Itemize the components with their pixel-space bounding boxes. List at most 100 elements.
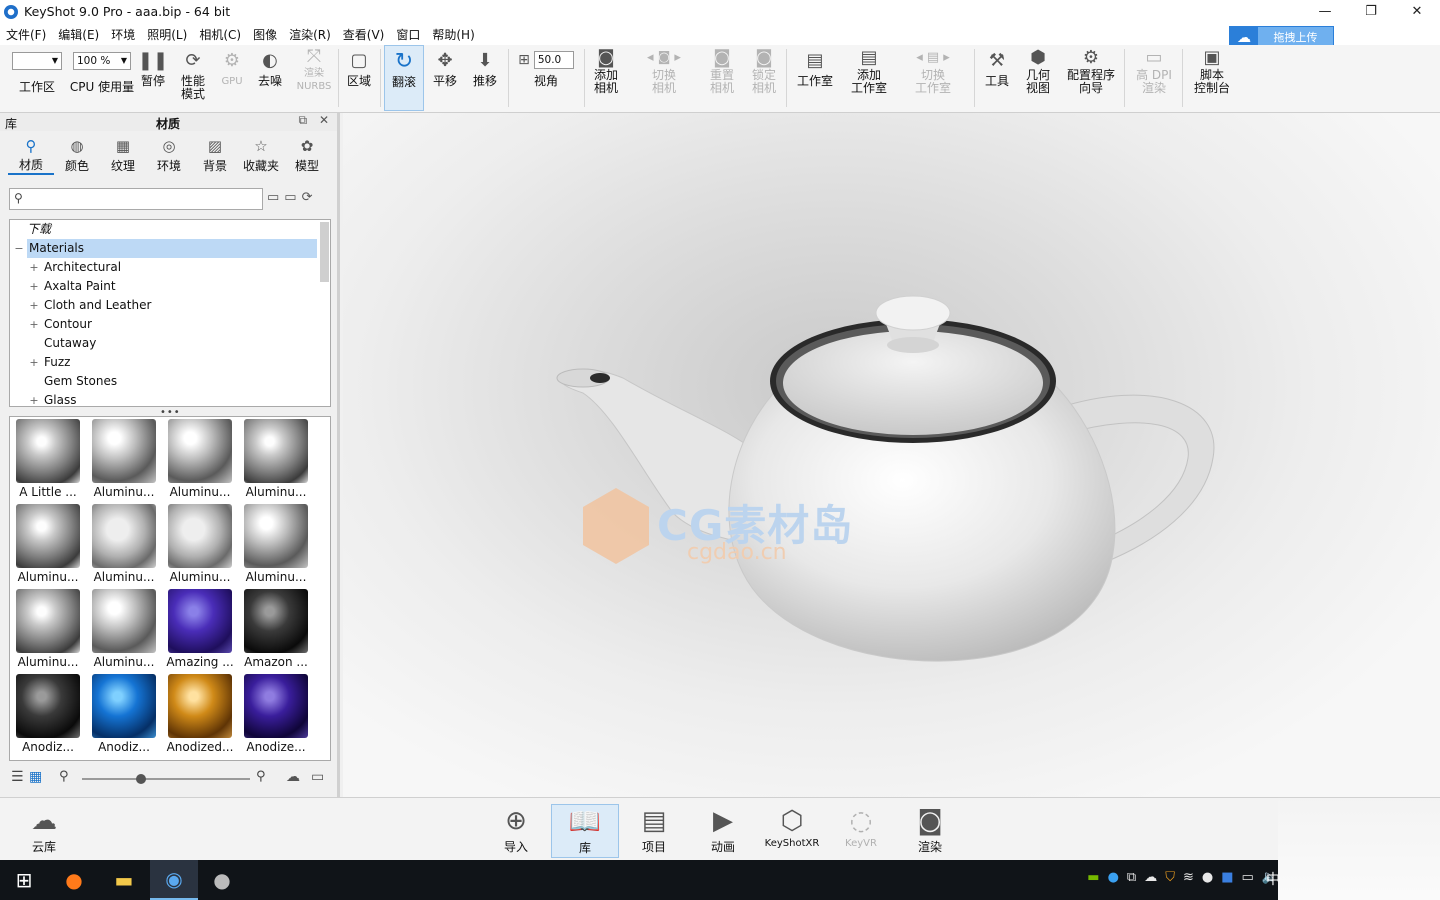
render-nurbs-button[interactable]: ⤧ 渲染 NURBS — [292, 45, 336, 111]
menu-camera[interactable]: 相机(C) — [193, 26, 247, 43]
tree-item[interactable]: + Fuzz — [10, 353, 330, 372]
tree-item[interactable]: + Cloth and Leather — [10, 296, 330, 315]
close-button[interactable]: ✕ — [1394, 0, 1440, 23]
material-thumbnail[interactable]: Aluminu... — [238, 417, 312, 500]
tree-item[interactable]: + Architectural — [10, 258, 330, 277]
cpu-usage-control[interactable]: 100 % ▼ CPU 使用量 — [70, 45, 134, 111]
display-icon[interactable]: ▭ — [1242, 870, 1254, 885]
keyshot-taskbar-button[interactable]: ◉ — [150, 860, 198, 900]
library-search-input[interactable] — [30, 191, 260, 207]
user-app-taskbar-button[interactable]: ● — [198, 860, 246, 900]
menu-window[interactable]: 窗口 — [390, 26, 426, 43]
pan-button[interactable]: ✥ 平移 — [428, 45, 462, 111]
cloud-library-button[interactable]: ☁ 云库 — [10, 804, 78, 858]
material-thumbnail[interactable]: Aluminu... — [10, 587, 84, 670]
field-of-view-control[interactable]: ⊞ 50.0 视角 — [512, 45, 580, 111]
tools-button[interactable]: ⚒ 工具 — [980, 45, 1014, 111]
teapot-model[interactable] — [343, 113, 1440, 797]
pause-button[interactable]: ❚❚ 暂停 — [136, 45, 170, 111]
import-folder-icon[interactable]: ▭ — [267, 190, 279, 205]
slider-handle[interactable] — [135, 774, 146, 784]
studio-button[interactable]: ▤ 工作室 — [792, 45, 838, 111]
material-thumbnail[interactable]: Aluminu... — [86, 587, 160, 670]
material-thumbnail[interactable]: Aluminu... — [162, 502, 236, 585]
add-camera-button[interactable]: ◙ 添加 相机 — [588, 45, 624, 111]
menu-view[interactable]: 查看(V) — [337, 26, 391, 43]
qq-icon[interactable]: ● — [1202, 870, 1213, 885]
tab-textures[interactable]: ▦ 纹理 — [100, 137, 146, 175]
tab-models[interactable]: ✿ 模型 — [284, 137, 330, 175]
grid-view-icon[interactable]: ▦ — [29, 769, 42, 785]
nvidia-icon[interactable]: ▬ — [1087, 870, 1099, 885]
material-thumbnail[interactable]: Anodize... — [238, 672, 312, 755]
menu-image[interactable]: 图像 — [247, 26, 283, 43]
close-panel-icon[interactable]: ✕ — [319, 113, 329, 127]
configurator-wizard-button[interactable]: ⚙ 配置程序 向导 — [1064, 45, 1118, 111]
expand-icon[interactable]: + — [29, 258, 39, 277]
tree-item[interactable]: Gem Stones — [10, 372, 330, 391]
menu-edit[interactable]: 编辑(E) — [52, 26, 105, 43]
region-button[interactable]: ▢ 区域 — [342, 45, 376, 111]
tab-colors[interactable]: ◍ 颜色 — [54, 137, 100, 175]
geometry-view-button[interactable]: ⬢ 几何 视图 — [1020, 45, 1056, 111]
expand-icon[interactable]: + — [29, 296, 39, 315]
app-tray-icon[interactable]: ■ — [1221, 870, 1233, 885]
material-thumbnail[interactable]: Anodiz... — [10, 672, 84, 755]
tab-environments[interactable]: ◎ 环境 — [146, 137, 192, 175]
script-console-button[interactable]: ▣ 脚本 控制台 — [1188, 45, 1236, 111]
denoise-button[interactable]: ◐ 去噪 — [252, 45, 288, 111]
keyvr-button[interactable]: ◌ KeyVR — [827, 804, 895, 858]
teamviewer-icon[interactable]: ● — [1108, 870, 1119, 885]
menu-file[interactable]: 文件(F) — [0, 26, 52, 43]
tab-favorites[interactable]: ☆ 收藏夹 — [238, 137, 284, 175]
undock-icon[interactable]: ⧉ — [299, 113, 308, 127]
baidu-cloud-icon[interactable]: ☁ — [1144, 870, 1157, 885]
minimize-button[interactable]: — — [1302, 0, 1348, 23]
file-explorer-taskbar-button[interactable]: ▬ — [100, 860, 148, 900]
expand-icon[interactable]: + — [29, 315, 39, 334]
expand-icon[interactable]: + — [29, 391, 39, 406]
performance-mode-button[interactable]: ⟳ 性能 模式 — [174, 45, 212, 111]
material-thumbnail[interactable]: Anodiz... — [86, 672, 160, 755]
security-shield-icon[interactable]: ⛉ — [1165, 870, 1175, 885]
material-thumbnail[interactable]: Aluminu... — [10, 502, 84, 585]
menu-environment[interactable]: 环境 — [105, 26, 141, 43]
collapse-icon[interactable]: − — [14, 239, 24, 258]
material-thumbnail[interactable]: Aluminu... — [86, 502, 160, 585]
wifi-icon[interactable]: ≋ — [1183, 870, 1194, 885]
animation-button[interactable]: ▶ 动画 — [689, 804, 757, 858]
folder-icon[interactable]: ▭ — [311, 769, 324, 785]
network-share-icon[interactable]: ⧉ — [1127, 870, 1136, 885]
tree-item[interactable]: − Materials — [10, 239, 330, 258]
material-thumbnail[interactable]: Anodized... — [162, 672, 236, 755]
render-viewport[interactable]: CG素材岛 cgdao.cn — [343, 113, 1440, 797]
hidpi-render-button[interactable]: ▭ 高 DPI 渲染 — [1130, 45, 1178, 111]
firefox-taskbar-button[interactable]: ● — [50, 860, 98, 900]
menu-lighting[interactable]: 照明(L) — [141, 26, 193, 43]
tree-item[interactable]: + Contour — [10, 315, 330, 334]
restore-button[interactable]: ❐ — [1348, 0, 1394, 23]
switch-studio-button[interactable]: ◂ ▤ ▸ 切换 工作室 — [902, 45, 964, 111]
cpu-usage-dropdown[interactable]: 100 % ▼ — [73, 52, 131, 70]
material-thumbnail[interactable]: Amazon ... — [238, 587, 312, 670]
thumbnail-size-slider[interactable] — [82, 774, 250, 784]
list-view-icon[interactable]: ☰ — [11, 769, 24, 785]
zoom-in-icon[interactable]: ⚲ — [256, 769, 266, 784]
tree-item[interactable]: + Glass — [10, 391, 330, 406]
expand-icon[interactable]: + — [29, 277, 39, 296]
material-thumbnail[interactable]: Aluminu... — [238, 502, 312, 585]
material-thumbnail[interactable]: Aluminu... — [162, 417, 236, 500]
material-thumbnail[interactable]: Aluminu... — [86, 417, 160, 500]
expand-icon[interactable]: + — [29, 353, 39, 372]
workspace-dropdown[interactable]: ▼ — [12, 52, 62, 70]
tree-item[interactable]: + Axalta Paint — [10, 277, 330, 296]
material-thumbnail[interactable]: Amazing ... — [162, 587, 236, 670]
material-thumbnail[interactable]: A Little ... — [10, 417, 84, 500]
switch-camera-button[interactable]: ◂ ◙ ▸ 切换 相机 — [634, 45, 694, 111]
tab-materials[interactable]: ⚲ 材质 — [8, 137, 54, 175]
gpu-button[interactable]: ⚙ GPU — [216, 45, 248, 111]
tab-backplates[interactable]: ▨ 背景 — [192, 137, 238, 175]
library-button[interactable]: 📖 库 — [551, 804, 619, 858]
tree-item[interactable]: 下载 — [10, 220, 330, 239]
render-button[interactable]: ◙ 渲染 — [896, 804, 964, 858]
